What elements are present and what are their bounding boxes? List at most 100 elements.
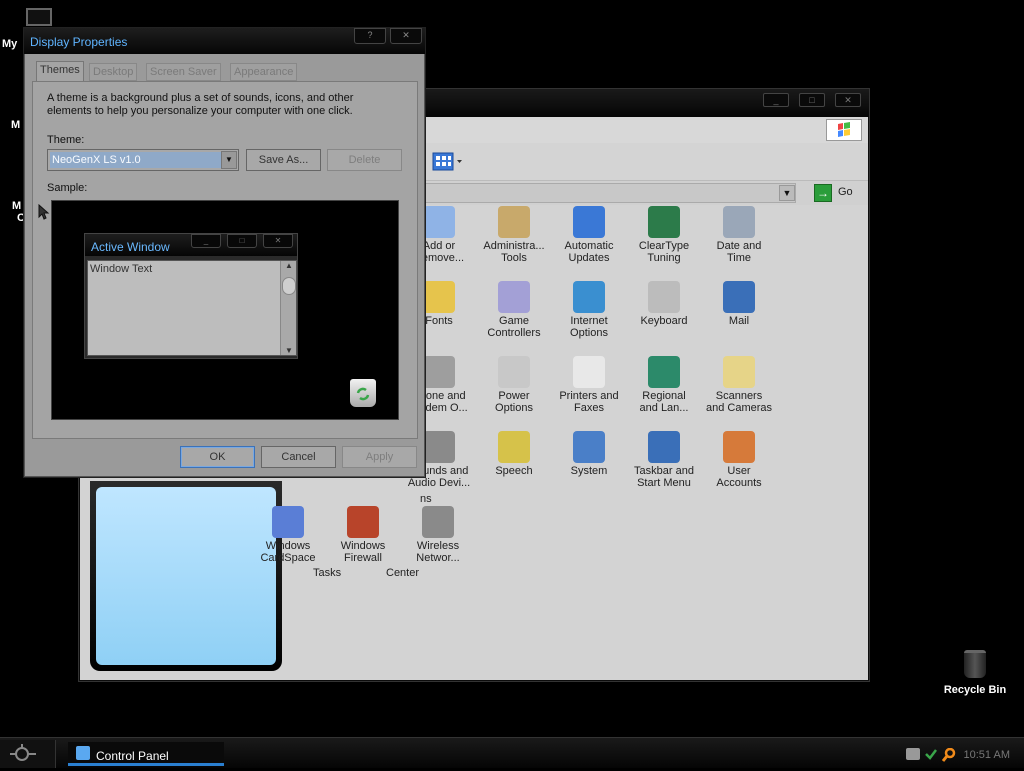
control-panel-item-label: Windows Firewall [340, 540, 386, 564]
control-panel-item[interactable]: Printers and Faxes [549, 356, 629, 414]
control-panel-item[interactable]: Scanners and Cameras [699, 356, 779, 414]
theme-select[interactable]: NeoGenX LS v1.0 ▼ [47, 149, 239, 171]
partial-item-label-4[interactable]: Center [386, 567, 419, 579]
go-label: Go [838, 186, 853, 198]
close-icon: ✕ [263, 234, 293, 248]
chevron-down-icon[interactable]: ▼ [221, 151, 237, 169]
cleartype-icon [648, 206, 680, 238]
go-button[interactable]: → Go [814, 183, 862, 203]
control-panel-item[interactable]: Game Controllers [474, 281, 554, 339]
control-panel-item-label: Keyboard [640, 315, 688, 327]
themes-panel: A theme is a background plus a set of so… [32, 81, 418, 439]
recycle-bin-label: Recycle Bin [943, 684, 1007, 696]
control-panel-item-label: Mail [728, 315, 750, 327]
partial-item-label-3[interactable]: Tasks [313, 567, 341, 579]
scanner-icon [723, 356, 755, 388]
control-panel-item-label: Printers and Faxes [559, 390, 619, 414]
control-panel-item[interactable]: Automatic Updates [549, 206, 629, 264]
theme-description: A theme is a background plus a set of so… [47, 92, 354, 117]
control-panel-item-label: Taskbar and Start Menu [634, 465, 694, 489]
system-tray: 10:51 AM [900, 740, 1024, 768]
scroll-up-icon: ▲ [285, 261, 293, 270]
scrollbar: ▲ ▼ [280, 261, 296, 355]
active-window-title: Active Window [91, 240, 170, 254]
close-button[interactable]: ✕ [835, 93, 861, 107]
control-panel-item[interactable]: Date and Time [699, 206, 779, 264]
recycle-bin[interactable]: Recycle Bin [940, 650, 1010, 696]
save-as-button[interactable]: Save As... [246, 149, 321, 171]
minimize-button[interactable]: _ [763, 93, 789, 107]
tab-screen-saver[interactable]: Screen Saver [146, 63, 221, 81]
control-panel-item[interactable]: Wireless Networ... [398, 506, 478, 564]
control-panel-item-label: Power Options [495, 390, 533, 414]
control-panel-item-label: Windows CardSpace [260, 540, 316, 564]
dialog-title: Display Properties [30, 35, 128, 49]
scroll-thumb [282, 277, 296, 295]
minimize-icon: _ [191, 234, 221, 248]
control-panel-item[interactable]: Speech [474, 431, 554, 477]
sample-preview: Active Window _ □ ✕ Window Text ▲ ▼ [51, 200, 399, 420]
control-panel-item[interactable]: Taskbar and Start Menu [624, 431, 704, 489]
desktop-icon-label-my[interactable]: My [2, 38, 17, 50]
control-panel-item-label: Date and Time [716, 240, 762, 264]
control-panel-item[interactable]: Administra... Tools [474, 206, 554, 264]
control-panel-item-label: Scanners and Cameras [705, 390, 773, 414]
tools-icon [498, 206, 530, 238]
control-panel-item[interactable]: Power Options [474, 356, 554, 414]
theme-selected-value: NeoGenX LS v1.0 [50, 152, 222, 168]
active-window-titlebar: Active Window _ □ ✕ [85, 234, 297, 256]
keyboard-icon [648, 281, 680, 313]
window-text: Window Text [90, 263, 153, 275]
go-arrow-icon: → [814, 184, 832, 202]
users-icon [723, 431, 755, 463]
control-panel-item[interactable]: User Accounts [699, 431, 779, 489]
control-panel-item[interactable]: ClearType Tuning [624, 206, 704, 264]
control-panel-item[interactable]: Keyboard [624, 281, 704, 327]
apply-button[interactable]: Apply [342, 446, 417, 468]
control-panel-item[interactable]: Internet Options [549, 281, 629, 339]
speech-icon [498, 431, 530, 463]
control-panel-item[interactable]: Mail [699, 281, 779, 327]
control-panel-item[interactable]: Windows CardSpace [248, 506, 328, 564]
desktop-icon-label-3[interactable]: M [12, 200, 21, 212]
clock-icon [723, 206, 755, 238]
control-panel-item-label: User Accounts [716, 465, 762, 489]
power-plug-icon [498, 356, 530, 388]
search-icon[interactable] [941, 747, 956, 762]
system-icon [573, 431, 605, 463]
printer-icon [573, 356, 605, 388]
dialog-titlebar[interactable]: Display Properties ? ✕ [24, 28, 425, 54]
clock[interactable]: 10:51 AM [964, 749, 1010, 761]
cancel-button[interactable]: Cancel [261, 446, 336, 468]
active-window-body: Window Text ▲ ▼ [87, 260, 297, 356]
tab-appearance[interactable]: Appearance [230, 63, 298, 81]
partial-item-label-2[interactable]: ns [420, 493, 432, 505]
views-button[interactable] [432, 151, 464, 173]
control-panel-item[interactable]: Regional and Lan... [624, 356, 704, 414]
ok-button[interactable]: OK [180, 446, 255, 468]
help-button[interactable]: ? [354, 28, 386, 44]
scroll-down-icon: ▼ [285, 346, 293, 355]
address-dropdown-icon[interactable]: ▼ [779, 185, 795, 201]
control-panel-item-label: Speech [495, 465, 533, 477]
recycle-bin-icon [964, 650, 986, 678]
my-computer-icon[interactable] [26, 8, 52, 26]
tab-themes[interactable]: Themes [36, 61, 84, 82]
network-icon[interactable] [924, 748, 938, 760]
start-button[interactable] [0, 740, 56, 768]
wireless-icon [422, 506, 454, 538]
tab-desktop[interactable]: Desktop [89, 63, 138, 81]
keyboard-icon[interactable] [906, 748, 920, 760]
desktop-icon-label-2[interactable]: M [11, 119, 20, 131]
sample-label: Sample: [47, 182, 88, 194]
speaker-icon [423, 431, 455, 463]
close-button[interactable]: ✕ [390, 28, 422, 44]
control-panel-item[interactable]: Windows Firewall [323, 506, 403, 564]
maximize-button[interactable]: □ [799, 93, 825, 107]
control-panel-item-label: Automatic Updates [564, 240, 614, 264]
delete-button[interactable]: Delete [327, 149, 402, 171]
phone-icon [423, 356, 455, 388]
control-panel-item[interactable]: System [549, 431, 629, 477]
control-panel-item-label: Game Controllers [487, 315, 541, 339]
taskbar-item-control-panel[interactable]: Control Panel [68, 742, 224, 766]
